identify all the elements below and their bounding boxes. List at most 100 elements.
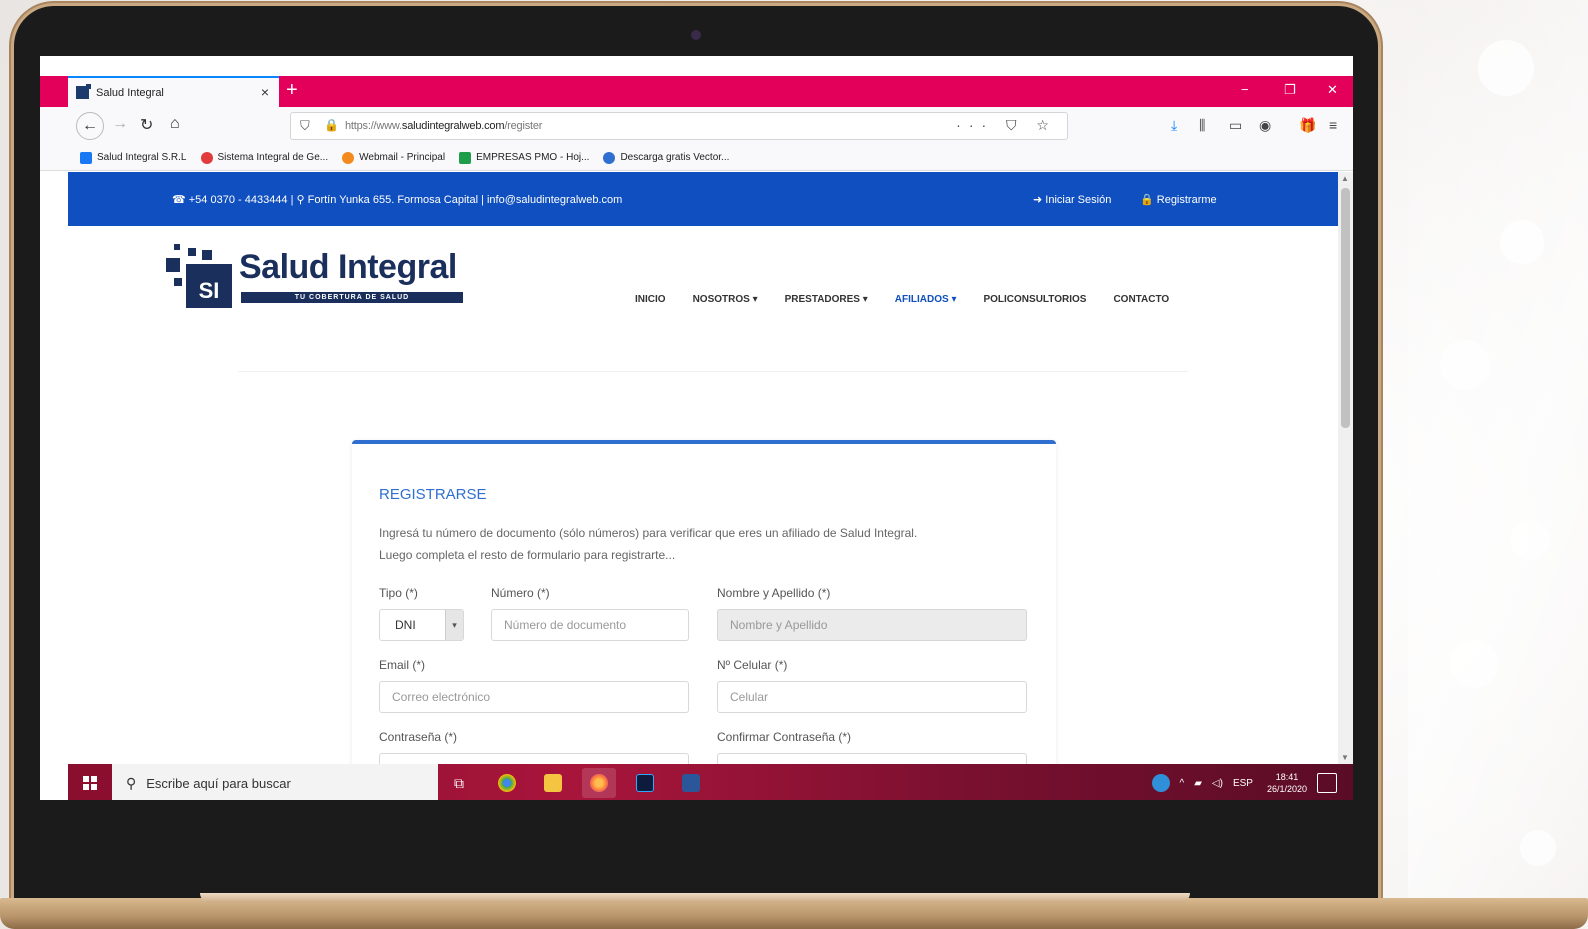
confirm-password-input[interactable] [717,753,1027,764]
nav-inicio[interactable]: INICIO [635,294,666,305]
lock-icon[interactable]: 🔒 [324,118,339,132]
url-bar[interactable]: ⛉ 🔒 https://www.saludintegralweb.com/reg… [290,112,1068,140]
confirm-password-label: Confirmar Contraseña (*) [717,730,852,744]
nav-afiliados[interactable]: AFILIADOS ▾ [895,294,957,305]
sheets-icon [459,151,472,164]
laptop-bezel [40,800,1352,890]
search-placeholder: Escribe aquí para buscar [146,775,291,791]
taskbar-app-explorer[interactable] [536,768,570,798]
close-tab-icon[interactable]: × [261,84,269,100]
minimize-button[interactable]: − [1241,82,1249,97]
phone-input[interactable]: Celular [717,681,1027,713]
site-logo[interactable]: SI Salud Integral TU COBERTURA DE SALUD [166,244,466,308]
background-dot [1450,640,1498,688]
bookmark-item[interactable]: Salud Integral S.R.L [80,151,187,164]
register-form-card: REGISTRARSE Ingresá tu número de documen… [352,440,1056,764]
folder-icon [544,774,562,792]
notification-icon[interactable] [1317,773,1337,793]
nav-nosotros[interactable]: NOSOTROS ▾ [693,294,758,305]
nav-policonsultorios[interactable]: POLICONSULTORIOS [983,294,1086,305]
browser-tab-bar: Salud Integral × + − ❐ ✕ [40,76,1353,107]
taskbar-clock[interactable]: 18:41 26/1/2020 [1267,771,1307,795]
bookmarks-bar: Salud Integral S.R.L Sistema Integral de… [40,145,1353,171]
close-window-button[interactable]: ✕ [1327,82,1338,98]
app-tray-icon[interactable] [1151,774,1170,792]
forward-arrow-icon[interactable]: → [112,115,128,133]
facebook-icon [80,151,92,164]
chevron-up-icon[interactable]: ^ [1180,778,1185,789]
page-scrollbar[interactable]: ▲ ▼ [1338,172,1353,764]
back-arrow-icon[interactable]: ← [76,112,104,140]
form-title: REGISTRARSE [379,486,487,503]
taskbar-app-photoshop[interactable] [628,768,662,798]
scroll-thumb[interactable] [1341,188,1350,428]
login-link[interactable]: ➜ Iniciar Sesión [1033,193,1111,206]
background-stripe [1408,0,1588,929]
laptop-notch [200,893,1190,903]
register-link[interactable]: 🔒 Registrarme [1140,193,1217,206]
taskbar-app-chrome[interactable] [490,768,524,798]
header-divider [238,371,1188,372]
extension-icon[interactable]: ◉ [1259,117,1271,134]
windows-taskbar: ⚲ Escribe aquí para buscar ⧉ ^ ▰ ◁) ESP … [68,764,1353,800]
laptop-screen: Salud Integral × + − ❐ ✕ ← → ↻ ⌂ ⛉ 🔒 htt… [40,56,1353,800]
logo-abbreviation: SI [186,264,232,308]
taskbar-app-word[interactable] [674,768,708,798]
background-dot [1478,40,1534,96]
taskbar-search[interactable]: ⚲ Escribe aquí para buscar [112,764,438,800]
logo-tagline: TU COBERTURA DE SALUD [241,292,463,303]
bookmark-item[interactable]: Sistema Integral de Ge... [200,151,328,164]
document-number-input[interactable]: Número de documento [491,609,689,641]
main-navigation: INICIO NOSOTROS ▾ PRESTADORES ▾ AFILIADO… [635,294,1196,305]
taskbar-app-firefox[interactable] [582,768,616,798]
reload-icon[interactable]: ↻ [140,115,153,135]
restore-button[interactable]: ❐ [1284,82,1296,98]
home-icon[interactable]: ⌂ [170,115,180,133]
browser-toolbar: ← → ↻ ⌂ ⛉ 🔒 https://www.saludintegralweb… [40,107,1353,145]
search-icon: ⚲ [126,774,137,791]
page-actions-icon[interactable]: ··· ⛉ ☆ [956,117,1057,134]
url-text: https://www.saludintegralweb.com/registe… [345,120,543,132]
library-icon[interactable]: ⫼ [1199,117,1205,134]
scroll-up-icon[interactable]: ▲ [1341,174,1349,183]
full-name-input[interactable]: Nombre y Apellido [717,609,1027,641]
browser-tab[interactable]: Salud Integral × [68,76,279,107]
language-indicator[interactable]: ESP [1233,778,1253,789]
sidebar-icon[interactable]: ▭ [1229,117,1242,134]
whats-new-icon[interactable]: 🎁 [1299,117,1316,134]
background-dot [1520,830,1556,866]
bookmark-icon [200,151,213,164]
scroll-down-icon[interactable]: ▼ [1341,753,1349,762]
numero-label: Número (*) [491,586,550,600]
network-icon[interactable]: ▰ [1194,778,1202,789]
bookmark-item[interactable]: Descarga gratis Vector... [603,151,729,164]
site-favicon-icon [76,84,91,99]
email-input[interactable]: Correo electrónico [379,681,689,713]
vector-icon [603,151,616,164]
nav-prestadores[interactable]: PRESTADORES ▾ [785,294,868,305]
background-dot [1500,220,1544,264]
task-view-icon: ⧉ [454,774,464,791]
download-icon[interactable]: ⤓ [1171,117,1177,134]
chevron-down-icon: ▾ [445,610,463,640]
webcam [691,30,701,40]
task-view-button[interactable]: ⧉ [442,768,476,798]
nombre-label: Nombre y Apellido (*) [717,586,831,600]
web-page: ☎ +54 0370 - 4433444 | ⚲ Fortín Yunka 65… [68,172,1338,764]
document-type-select[interactable]: DNI ▾ [379,609,464,641]
start-button[interactable] [68,764,112,800]
bookmark-item[interactable]: Webmail - Principal [342,151,445,164]
password-input[interactable] [379,753,689,764]
word-icon [682,774,700,792]
nav-contacto[interactable]: CONTACTO [1113,294,1169,305]
tab-title: Salud Integral [96,86,164,99]
background-dot [1440,340,1490,390]
bookmark-item[interactable]: EMPRESAS PMO - Hoj... [459,151,589,164]
photoshop-icon [636,774,654,792]
volume-icon[interactable]: ◁) [1212,778,1223,789]
tracking-shield-icon[interactable]: ⛉ [300,118,310,134]
new-tab-button[interactable]: + [286,79,298,102]
tipo-label: Tipo (*) [379,586,418,600]
webmail-icon [342,151,355,164]
menu-icon[interactable]: ≡ [1329,117,1337,133]
